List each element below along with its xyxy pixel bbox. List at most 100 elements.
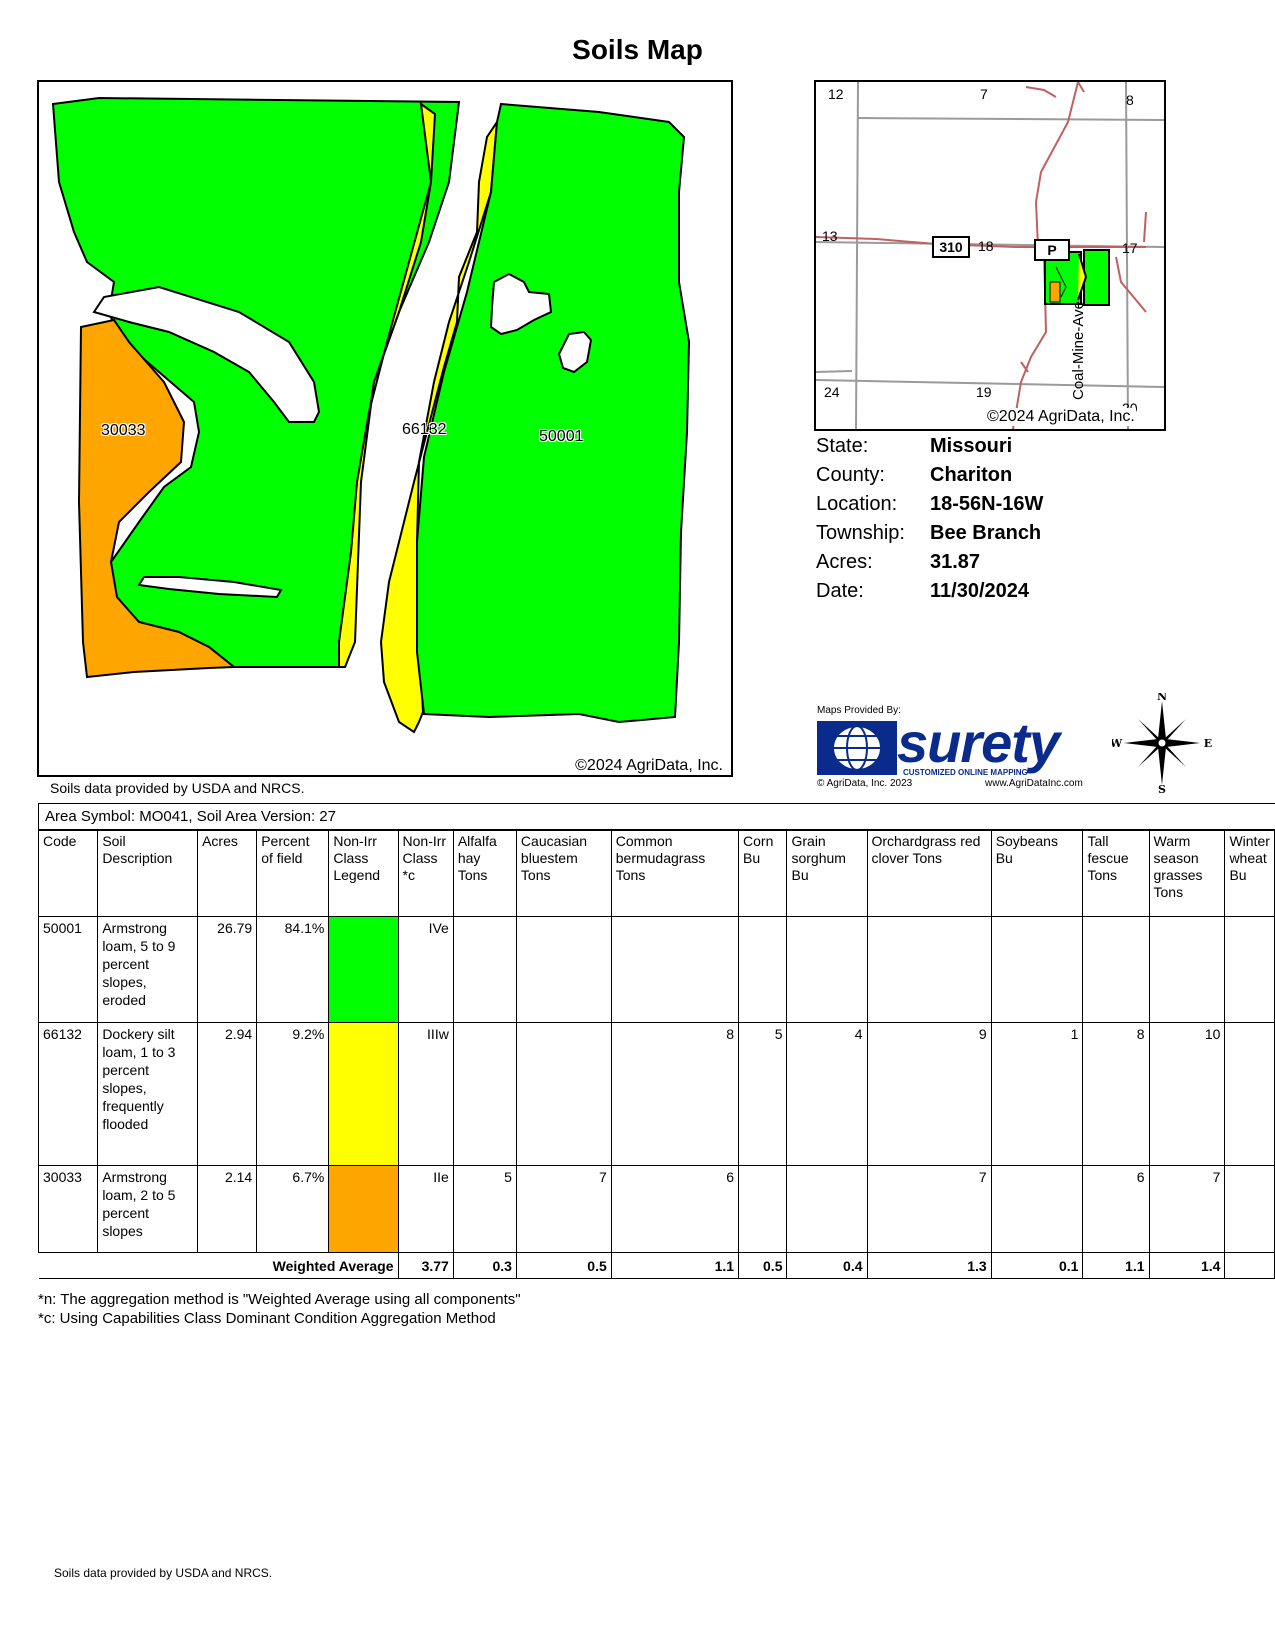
surety-logo: Maps Provided By: surety CUSTOMIZED ONLI… xyxy=(815,705,1095,790)
surety-tagline: CUSTOMIZED ONLINE MAPPING xyxy=(903,768,1028,777)
acres-label: Acres: xyxy=(816,551,873,573)
area-symbol-header: Area Symbol: MO041, Soil Area Version: 2… xyxy=(38,803,1275,830)
section-24: 24 xyxy=(824,384,840,400)
col-corn: Corn Bu xyxy=(738,830,788,917)
cell-wheat xyxy=(1224,1165,1275,1253)
weighted-average-row: Weighted Average 3.77 0.3 0.5 1.1 0.5 0.… xyxy=(38,1252,1275,1279)
cell-description: Dockery silt loam, 1 to 3 percent slopes… xyxy=(97,1022,199,1166)
location-info: State: Missouri County: Chariton Location:… xyxy=(816,432,1043,606)
highway-310-shield: 310 xyxy=(932,236,970,258)
cell-alfalfa: 5 xyxy=(452,1165,517,1253)
cell-caucasian: 7 xyxy=(515,1165,612,1253)
cell-orchard: 9 xyxy=(866,1022,992,1166)
cell-soybeans xyxy=(990,916,1084,1023)
col-acres: Acres xyxy=(197,830,258,917)
cell-corn: 5 xyxy=(738,1022,788,1166)
cell-sorghum xyxy=(786,1165,868,1253)
cell-soybeans xyxy=(990,1165,1084,1253)
cell-fescue xyxy=(1082,916,1150,1023)
cell-description: Armstrong loam, 5 to 9 percent slopes, e… xyxy=(97,916,199,1023)
cell-class: IVe xyxy=(397,916,454,1023)
wa-soybeans: 0.1 xyxy=(990,1252,1084,1279)
col-soybeans: Soybeans Bu xyxy=(990,830,1084,917)
cell-legend-swatch xyxy=(328,1022,399,1166)
cell-warm: 10 xyxy=(1148,1022,1226,1166)
county-label: County: xyxy=(816,464,885,486)
wa-sorghum: 0.4 xyxy=(786,1252,868,1279)
wa-corn: 0.5 xyxy=(738,1252,788,1279)
cell-sorghum xyxy=(786,916,868,1023)
cell-alfalfa xyxy=(452,916,517,1023)
cell-caucasian xyxy=(515,1022,612,1166)
cell-code: 30033 xyxy=(37,1165,99,1253)
compass-w: W xyxy=(1112,737,1123,750)
page-title: Soils Map xyxy=(572,34,703,65)
weighted-average-label: Weighted Average xyxy=(38,1252,399,1279)
map-label-66132: 66132 xyxy=(402,421,447,438)
cell-legend-swatch xyxy=(328,916,399,1023)
footnote-c: *c: Using Capabilities Class Dominant Co… xyxy=(38,1310,496,1327)
col-fescue: Tall fescue Tons xyxy=(1082,830,1150,917)
footnotes: *n: The aggregation method is "Weighted … xyxy=(38,1290,521,1328)
map-copyright: ©2024 AgriData, Inc. xyxy=(573,757,725,775)
cell-corn xyxy=(738,916,788,1023)
location-label: Location: xyxy=(816,493,898,515)
cell-warm: 7 xyxy=(1148,1165,1226,1253)
cell-bermuda: 6 xyxy=(610,1165,740,1253)
col-sorghum: Grain sorghum Bu xyxy=(786,830,868,917)
compass-rose-icon: N S W E xyxy=(1109,690,1212,796)
globe-icon xyxy=(817,721,897,775)
acres-value: 31.87 xyxy=(930,551,981,573)
wa-bermuda: 1.1 xyxy=(610,1252,740,1279)
state-label: State: xyxy=(816,435,869,457)
map-label-50001: 50001 xyxy=(539,428,584,445)
soils-map[interactable]: 30033 66132 50001 ©2024 AgriData, Inc. xyxy=(37,80,733,777)
wa-class: 3.77 xyxy=(397,1252,454,1279)
route-p-shield: P xyxy=(1034,239,1070,261)
location-value: 18-56N-16W xyxy=(930,493,1044,515)
maps-provided-by: Maps Provided By: xyxy=(817,705,901,716)
cell-class: IIe xyxy=(397,1165,454,1253)
wa-caucasian: 0.5 xyxy=(515,1252,612,1279)
cell-wheat xyxy=(1224,916,1275,1023)
location-map[interactable]: 12 7 8 13 18 17 24 19 20 310 P Coal-Mine… xyxy=(814,80,1166,431)
cell-caucasian xyxy=(515,916,612,1023)
cell-description: Armstrong loam, 2 to 5 percent slopes xyxy=(97,1165,199,1253)
section-7: 7 xyxy=(980,86,988,102)
section-17: 17 xyxy=(1122,240,1138,256)
section-18: 18 xyxy=(978,238,994,254)
cell-warm xyxy=(1148,916,1226,1023)
section-13: 13 xyxy=(822,228,838,244)
soil-polygon-50001-east xyxy=(416,102,691,724)
coal-mine-ave-label: Coal-Mine-Ave xyxy=(1070,301,1087,400)
map-label-30033: 30033 xyxy=(101,422,146,439)
township-value: Bee Branch xyxy=(930,522,1042,544)
soil-table-wrapper: Area Symbol: MO041, Soil Area Version: 2… xyxy=(37,803,1275,1279)
cell-orchard xyxy=(866,916,992,1023)
col-caucasian: Caucasian bluestem Tons xyxy=(515,830,612,917)
cell-acres: 26.79 xyxy=(197,916,258,1023)
cell-bermuda: 8 xyxy=(610,1022,740,1166)
col-wheat: Winter wheat Bu xyxy=(1224,830,1275,917)
footnote-n: *n: The aggregation method is "Weighted … xyxy=(38,1291,521,1308)
compass-n: N xyxy=(1157,693,1167,703)
cell-percent: 9.2% xyxy=(256,1022,330,1166)
col-warm: Warm season grasses Tons xyxy=(1148,830,1226,917)
soils-source-top: Soils data provided by USDA and NRCS. xyxy=(50,780,305,796)
soil-table: Code Soil Description Acres Percent of f… xyxy=(37,830,1275,1279)
location-map-canvas xyxy=(816,82,1164,429)
cell-orchard: 7 xyxy=(866,1165,992,1253)
col-code: Code xyxy=(37,830,99,917)
cell-soybeans: 1 xyxy=(990,1022,1084,1166)
wa-wheat xyxy=(1224,1252,1275,1279)
cell-percent: 6.7% xyxy=(256,1165,330,1253)
compass-e: E xyxy=(1204,737,1212,750)
section-8: 8 xyxy=(1126,92,1134,108)
state-value: Missouri xyxy=(930,435,1013,457)
location-map-copyright: ©2024 AgriData, Inc. xyxy=(986,408,1136,426)
col-orchard: Orchardgrass red clover Tons xyxy=(866,830,992,917)
cell-alfalfa xyxy=(452,1022,517,1166)
section-19: 19 xyxy=(976,384,992,400)
cell-class: IIIw xyxy=(397,1022,454,1166)
wa-alfalfa: 0.3 xyxy=(452,1252,517,1279)
